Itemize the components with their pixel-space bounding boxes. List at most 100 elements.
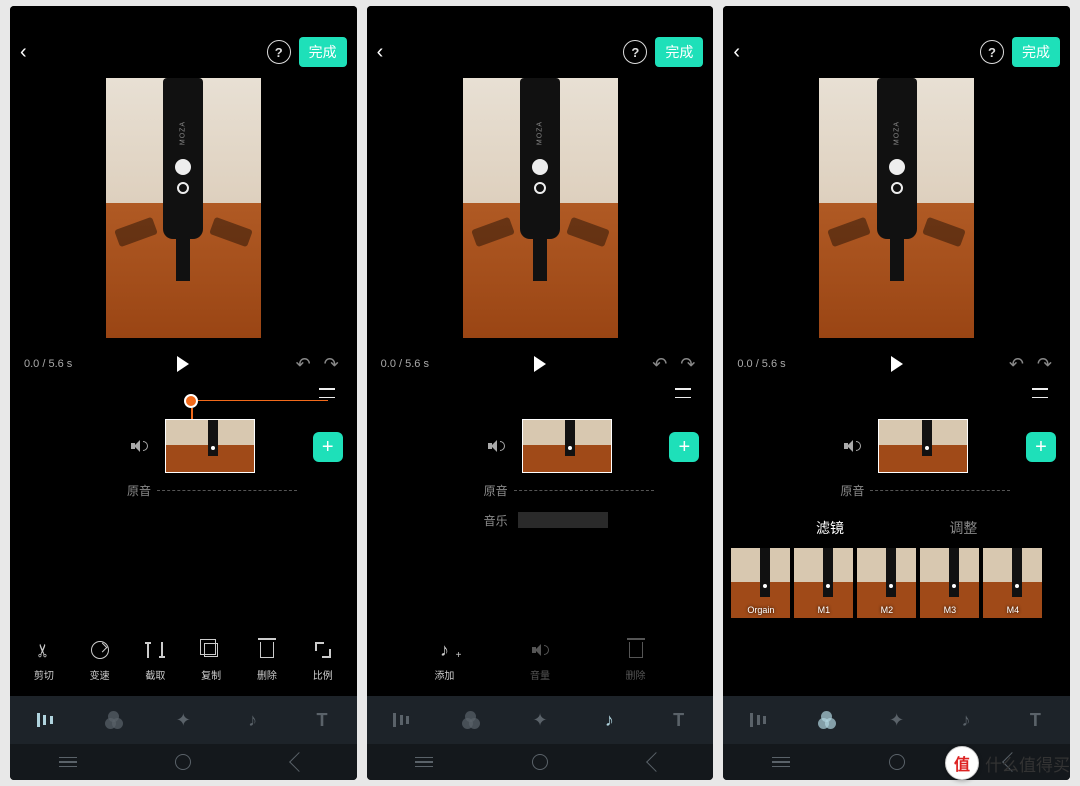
tool-crop[interactable]: 截取 xyxy=(130,639,180,682)
video-preview[interactable]: MOZA xyxy=(723,74,1070,342)
filter-list[interactable]: Orgain M1 M2 M3 M4 xyxy=(723,548,1070,618)
music-tools: ♪添加 音量 删除 xyxy=(367,629,714,696)
swap-icon[interactable] xyxy=(675,386,693,400)
topbar: ‹ ? 完成 xyxy=(10,30,357,74)
done-button[interactable]: 完成 xyxy=(655,37,703,67)
timeline[interactable]: + 原音 xyxy=(723,410,1070,508)
volume-icon[interactable] xyxy=(22,438,157,454)
tool-delete[interactable]: 删除 xyxy=(242,639,292,682)
help-icon[interactable]: ? xyxy=(623,40,647,64)
time-display: 0.0 / 5.6 s xyxy=(381,358,429,370)
tab-filter[interactable] xyxy=(449,698,493,742)
music-label: 音乐 xyxy=(379,512,514,529)
nav-home[interactable] xyxy=(163,752,203,772)
tool-copy[interactable]: 复制 xyxy=(186,639,236,682)
tab-edit[interactable] xyxy=(23,698,67,742)
nav-back[interactable] xyxy=(636,752,676,772)
filter-item[interactable]: M1 xyxy=(794,548,853,618)
tool-add-music[interactable]: ♪添加 xyxy=(419,639,469,682)
timeline[interactable]: + 原音 音乐 xyxy=(367,410,714,538)
play-button[interactable] xyxy=(534,356,546,372)
timeline[interactable]: + 原音 xyxy=(10,410,357,508)
volume-icon[interactable] xyxy=(735,438,870,454)
playhead-marker[interactable] xyxy=(184,394,198,408)
screen-edit: ‹ ? 完成 MOZA 0.0 / 5.6 s ↶ ↷ xyxy=(10,6,357,780)
tab-text[interactable]: T xyxy=(657,698,701,742)
swap-icon[interactable] xyxy=(1032,386,1050,400)
tab-text[interactable]: T xyxy=(300,698,344,742)
statusbar xyxy=(723,6,1070,30)
back-button[interactable]: ‹ xyxy=(733,41,763,64)
nav-recent[interactable] xyxy=(404,752,444,772)
redo-button[interactable]: ↷ xyxy=(324,354,339,375)
done-button[interactable]: 完成 xyxy=(299,37,347,67)
filter-item[interactable]: Orgain xyxy=(731,548,790,618)
watermark-badge-icon: 值 xyxy=(945,746,979,780)
filter-icon xyxy=(105,711,123,729)
undo-button[interactable]: ↶ xyxy=(652,354,667,375)
play-button[interactable] xyxy=(177,356,189,372)
volume-icon xyxy=(532,642,548,658)
filter-item[interactable]: M2 xyxy=(857,548,916,618)
nav-back[interactable] xyxy=(279,752,319,772)
play-button[interactable] xyxy=(891,356,903,372)
filter-item[interactable]: M4 xyxy=(983,548,1042,618)
audio-track-placeholder[interactable] xyxy=(157,490,297,491)
tab-music[interactable]: ♪ xyxy=(587,698,631,742)
tab-music[interactable]: ♪ xyxy=(231,698,275,742)
nav-recent[interactable] xyxy=(48,752,88,772)
audio-track-placeholder[interactable] xyxy=(514,490,654,491)
help-icon[interactable]: ? xyxy=(267,40,291,64)
undo-button[interactable]: ↶ xyxy=(296,354,311,375)
subtab-adjust[interactable]: 调整 xyxy=(949,518,977,538)
tab-filter[interactable] xyxy=(92,698,136,742)
back-button[interactable]: ‹ xyxy=(377,41,407,64)
original-audio-label: 原音 xyxy=(735,482,870,499)
playbar: 0.0 / 5.6 s ↶ ↷ xyxy=(723,342,1070,386)
tab-edit[interactable] xyxy=(736,698,780,742)
add-clip-button[interactable]: + xyxy=(1026,432,1056,462)
swap-icon[interactable] xyxy=(319,386,337,400)
ratio-icon xyxy=(315,642,331,658)
tool-volume[interactable]: 音量 xyxy=(515,639,565,682)
back-button[interactable]: ‹ xyxy=(20,41,50,64)
video-clip[interactable] xyxy=(522,419,612,473)
video-clip[interactable] xyxy=(878,419,968,473)
nav-home[interactable] xyxy=(520,752,560,772)
time-display: 0.0 / 5.6 s xyxy=(24,358,72,370)
tool-speed[interactable]: 变速 xyxy=(75,639,125,682)
tab-text[interactable]: T xyxy=(1013,698,1057,742)
add-clip-button[interactable]: + xyxy=(313,432,343,462)
add-clip-button[interactable]: + xyxy=(669,432,699,462)
help-icon[interactable]: ? xyxy=(980,40,1004,64)
star-icon: ✦ xyxy=(176,710,191,731)
video-preview[interactable]: MOZA xyxy=(10,74,357,342)
nav-home[interactable] xyxy=(877,752,917,772)
undo-button[interactable]: ↶ xyxy=(1009,354,1024,375)
bottom-tabs: ✦ ♪ T xyxy=(367,696,714,744)
video-clip[interactable] xyxy=(165,419,255,473)
subtab-filter[interactable]: 滤镜 xyxy=(816,518,844,538)
volume-icon[interactable] xyxy=(379,438,514,454)
filter-item[interactable]: M3 xyxy=(920,548,979,618)
tab-effects[interactable]: ✦ xyxy=(161,698,205,742)
tool-ratio[interactable]: 比例 xyxy=(298,639,348,682)
done-button[interactable]: 完成 xyxy=(1012,37,1060,67)
music-note-icon: ♪ xyxy=(248,710,257,731)
tab-effects[interactable]: ✦ xyxy=(875,698,919,742)
audio-track-placeholder[interactable] xyxy=(870,490,1010,491)
tab-filter[interactable] xyxy=(805,698,849,742)
tab-music[interactable]: ♪ xyxy=(944,698,988,742)
nav-recent[interactable] xyxy=(761,752,801,772)
tab-effects[interactable]: ✦ xyxy=(518,698,562,742)
redo-button[interactable]: ↷ xyxy=(1037,354,1052,375)
topbar: ‹ ? 完成 xyxy=(723,30,1070,74)
video-preview[interactable]: MOZA xyxy=(367,74,714,342)
adjust-icon xyxy=(750,713,766,727)
tab-edit[interactable] xyxy=(379,698,423,742)
redo-button[interactable]: ↷ xyxy=(680,354,695,375)
tool-delete-music[interactable]: 删除 xyxy=(611,639,661,682)
tool-cut[interactable]: 剪切 xyxy=(19,639,69,682)
original-audio-label: 原音 xyxy=(379,482,514,499)
music-track-placeholder[interactable] xyxy=(518,512,608,528)
